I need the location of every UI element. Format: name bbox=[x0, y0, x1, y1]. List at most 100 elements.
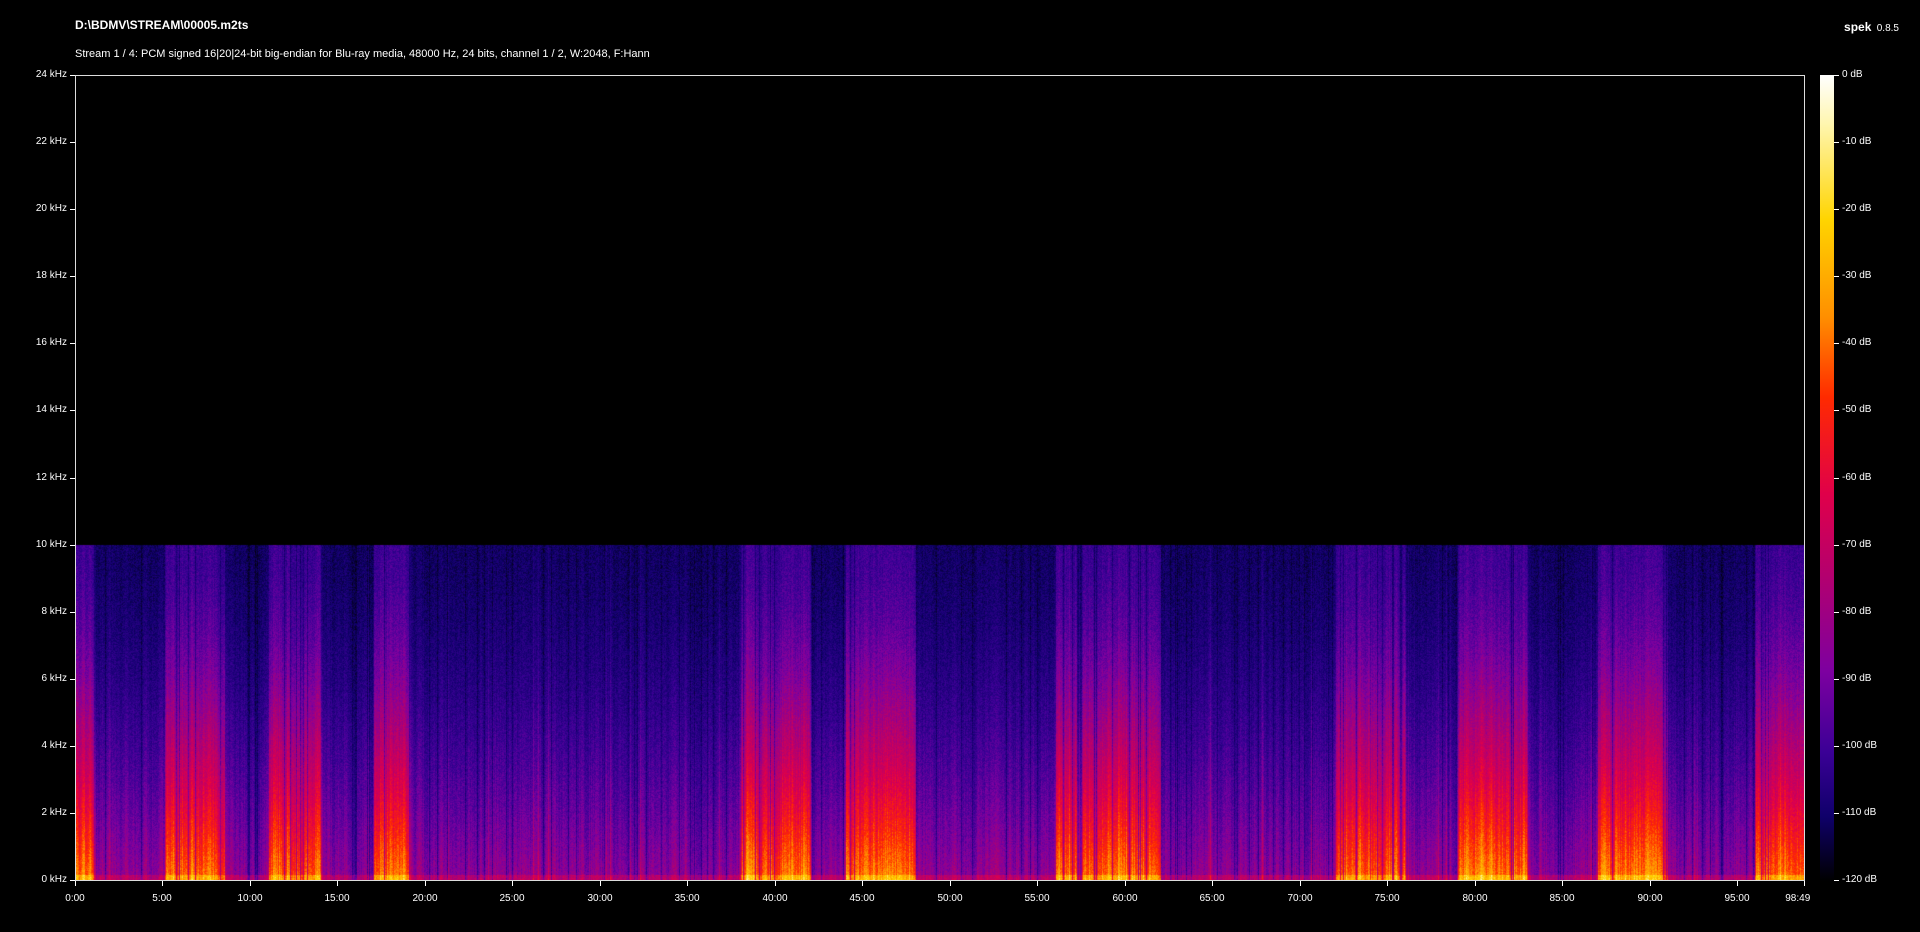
time-tick-label: 85:00 bbox=[1549, 893, 1575, 904]
frequency-tick bbox=[70, 746, 75, 747]
time-tick bbox=[1475, 881, 1476, 886]
db-tick bbox=[1834, 276, 1839, 277]
time-tick-label: 55:00 bbox=[1024, 893, 1050, 904]
db-tick bbox=[1834, 813, 1839, 814]
db-tick-label: -100 dB bbox=[1842, 740, 1878, 751]
stream-info: Stream 1 / 4: PCM signed 16|20|24-bit bi… bbox=[75, 48, 650, 60]
time-tick-label: 15:00 bbox=[324, 893, 350, 904]
db-tick-label: -30 dB bbox=[1842, 270, 1872, 281]
time-tick bbox=[687, 881, 688, 886]
time-tick bbox=[1650, 881, 1651, 886]
time-tick bbox=[512, 881, 513, 886]
frequency-tick bbox=[70, 679, 75, 680]
db-tick-label: -40 dB bbox=[1842, 337, 1872, 348]
db-tick bbox=[1834, 209, 1839, 210]
db-tick bbox=[1834, 679, 1839, 680]
db-tick-label: 0 dB bbox=[1842, 69, 1863, 80]
time-tick-label: 10:00 bbox=[237, 893, 263, 904]
frequency-tick-label: 24 kHz bbox=[35, 69, 67, 80]
time-tick bbox=[75, 881, 76, 886]
time-tick bbox=[775, 881, 776, 886]
time-tick bbox=[337, 881, 338, 886]
frequency-tick-label: 18 kHz bbox=[35, 270, 67, 281]
db-tick bbox=[1834, 545, 1839, 546]
db-tick bbox=[1834, 142, 1839, 143]
time-tick bbox=[1037, 881, 1038, 886]
frequency-tick-label: 2 kHz bbox=[41, 807, 67, 818]
db-tick-label: -10 dB bbox=[1842, 136, 1872, 147]
frequency-tick-label: 14 kHz bbox=[35, 404, 67, 415]
db-tick bbox=[1834, 343, 1839, 344]
time-tick bbox=[425, 881, 426, 886]
time-tick-label: 50:00 bbox=[937, 893, 963, 904]
app-version: 0.8.5 bbox=[1876, 23, 1899, 34]
db-tick-label: -80 dB bbox=[1842, 606, 1872, 617]
frequency-tick bbox=[70, 410, 75, 411]
frequency-tick-label: 12 kHz bbox=[35, 472, 67, 483]
time-tick bbox=[250, 881, 251, 886]
frequency-tick-label: 22 kHz bbox=[35, 136, 67, 147]
spectrogram-plot bbox=[75, 75, 1805, 881]
time-tick bbox=[162, 881, 163, 886]
db-tick-label: -110 dB bbox=[1842, 807, 1877, 818]
time-tick-label: 70:00 bbox=[1287, 893, 1313, 904]
frequency-tick bbox=[70, 612, 75, 613]
db-tick-label: -50 dB bbox=[1842, 404, 1872, 415]
frequency-tick-label: 8 kHz bbox=[41, 606, 67, 617]
file-path-title: D:\BDMV\STREAM\00005.m2ts bbox=[75, 18, 249, 32]
frequency-tick-label: 10 kHz bbox=[35, 539, 67, 550]
spectrogram-canvas bbox=[76, 76, 1804, 880]
time-tick bbox=[1125, 881, 1126, 886]
time-tick bbox=[600, 881, 601, 886]
spek-window: D:\BDMV\STREAM\00005.m2ts Stream 1 / 4: … bbox=[0, 0, 1920, 932]
time-tick bbox=[950, 881, 951, 886]
time-tick bbox=[1387, 881, 1388, 886]
time-tick-label: 80:00 bbox=[1462, 893, 1488, 904]
time-tick-label: 60:00 bbox=[1112, 893, 1138, 904]
frequency-tick-label: 4 kHz bbox=[41, 740, 67, 751]
frequency-tick bbox=[70, 343, 75, 344]
frequency-tick bbox=[70, 276, 75, 277]
db-tick bbox=[1834, 75, 1839, 76]
db-tick bbox=[1834, 410, 1839, 411]
db-tick-label: -120 dB bbox=[1842, 874, 1878, 885]
frequency-tick bbox=[70, 75, 75, 76]
frequency-tick bbox=[70, 142, 75, 143]
time-tick-label: 0:00 bbox=[65, 893, 85, 904]
time-tick bbox=[1562, 881, 1563, 886]
app-brand: spek 0.8.5 bbox=[1844, 20, 1899, 34]
frequency-tick bbox=[70, 478, 75, 479]
time-tick-label: 65:00 bbox=[1199, 893, 1225, 904]
time-tick bbox=[862, 881, 863, 886]
frequency-tick-label: 6 kHz bbox=[41, 673, 67, 684]
time-tick-label: 45:00 bbox=[849, 893, 875, 904]
frequency-tick bbox=[70, 813, 75, 814]
frequency-tick bbox=[70, 209, 75, 210]
frequency-tick-label: 20 kHz bbox=[35, 203, 67, 214]
time-tick-label: 40:00 bbox=[762, 893, 788, 904]
time-tick-label: 95:00 bbox=[1724, 893, 1750, 904]
time-tick-label: 98:49 bbox=[1785, 893, 1811, 904]
time-tick-label: 90:00 bbox=[1637, 893, 1663, 904]
time-tick bbox=[1804, 881, 1805, 886]
db-tick bbox=[1834, 612, 1839, 613]
frequency-tick-label: 16 kHz bbox=[35, 337, 67, 348]
frequency-tick-label: 0 kHz bbox=[41, 874, 67, 885]
db-tick bbox=[1834, 880, 1839, 881]
time-tick-label: 75:00 bbox=[1374, 893, 1400, 904]
db-colorbar bbox=[1820, 75, 1834, 881]
app-name: spek bbox=[1844, 20, 1872, 34]
time-tick bbox=[1737, 881, 1738, 886]
time-tick-label: 20:00 bbox=[412, 893, 438, 904]
db-tick bbox=[1834, 746, 1839, 747]
db-tick bbox=[1834, 478, 1839, 479]
time-tick-label: 5:00 bbox=[152, 893, 172, 904]
time-tick-label: 35:00 bbox=[674, 893, 700, 904]
db-tick-label: -60 dB bbox=[1842, 472, 1872, 483]
db-tick-label: -90 dB bbox=[1842, 673, 1872, 684]
time-tick-label: 30:00 bbox=[587, 893, 613, 904]
db-tick-label: -70 dB bbox=[1842, 539, 1872, 550]
db-tick-label: -20 dB bbox=[1842, 203, 1872, 214]
time-tick-label: 25:00 bbox=[499, 893, 525, 904]
frequency-tick bbox=[70, 545, 75, 546]
